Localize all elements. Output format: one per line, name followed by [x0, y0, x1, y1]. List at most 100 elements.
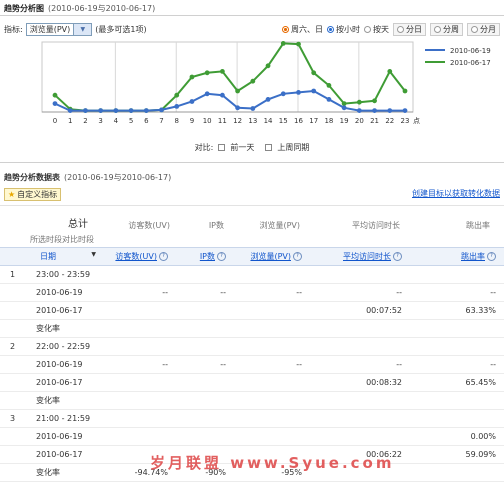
help-icon: ? [159, 252, 168, 261]
col-uv[interactable]: 访客数(UV)? [100, 247, 176, 266]
metric-hint: (最多可选1项) [95, 24, 147, 34]
x-tick-label: 16 [294, 117, 303, 125]
metric-label: 指标: [4, 24, 23, 34]
group-index: 1 [0, 265, 30, 284]
col-bounce[interactable]: 跳出率? [410, 247, 504, 266]
x-tick-label: 11 [218, 117, 227, 125]
row-spacer [0, 445, 30, 464]
x-tick-label: 14 [264, 117, 273, 125]
cell-ip [176, 319, 234, 338]
radio-label: 周六、日 [291, 24, 323, 34]
group-row[interactable]: 3 21:00 - 21:59 [0, 409, 504, 428]
x-tick-label: 5 [129, 117, 133, 125]
gran-day[interactable]: 分日 [393, 22, 426, 36]
summary-col-bounce: 跳出率 [466, 221, 490, 230]
row-spacer [0, 355, 30, 374]
help-icon: ? [217, 252, 226, 261]
radio-dot-icon [282, 25, 289, 33]
x-tick-label: 3 [98, 117, 102, 125]
cell-bounce [410, 391, 504, 410]
gran-label: 分月 [480, 24, 496, 34]
col-bounce-label: 跳出率 [461, 252, 485, 261]
x-tick-label: 20 [355, 117, 364, 125]
cell-uv [100, 391, 176, 410]
x-tick-label: 0 [53, 117, 57, 125]
radio-dot-icon [327, 25, 334, 33]
custom-metric-label: 自定义指标 [17, 190, 58, 199]
gran-month[interactable]: 分月 [467, 22, 500, 36]
table-row: 2010-06-19 0.00% [0, 427, 504, 446]
cell-date: 变化率 [30, 391, 100, 410]
radio-dot-icon [471, 25, 478, 33]
table-toolbar: ★ 自定义指标 创建目标以获取转化数据 [0, 186, 504, 202]
data-point [372, 108, 377, 113]
checkbox-prev-day[interactable] [218, 144, 226, 151]
radio-daily[interactable]: 按天 [364, 24, 389, 35]
cell-uv [100, 319, 176, 338]
table-row: 2010-06-19 -- -- -- -- -- [0, 283, 504, 302]
col-date[interactable]: 日期 ▼ [30, 247, 100, 266]
x-tick-label: 15 [279, 117, 288, 125]
radio-hourly[interactable]: 按小时 [327, 24, 360, 35]
cell-pv [234, 301, 310, 320]
data-point [219, 69, 225, 74]
group-row[interactable]: 1 23:00 - 23:59 [0, 265, 504, 284]
data-point [98, 108, 104, 113]
checkbox-last-week[interactable] [265, 144, 273, 151]
group-range: 22:00 - 22:59 [30, 337, 504, 356]
data-point [280, 91, 286, 97]
table-row: 2010-06-17 00:08:32 65.45% [0, 373, 504, 392]
cell-ip [176, 373, 234, 392]
trend-chart-title-text: 趋势分析图 [4, 4, 44, 13]
star-icon: ★ [8, 190, 16, 199]
x-tick-label: 8 [175, 117, 179, 125]
data-point [326, 97, 332, 102]
x-tick-label: 19 [340, 117, 349, 125]
data-point [113, 108, 119, 113]
x-tick-label: 23 [401, 117, 410, 125]
custom-metric-button[interactable]: ★ 自定义指标 [4, 188, 62, 201]
x-tick-label: 18 [324, 117, 333, 125]
x-tick-label: 10 [203, 117, 212, 125]
group-row[interactable]: 2 22:00 - 22:59 [0, 337, 504, 356]
table-row: 变化率 [0, 319, 504, 338]
col-pv[interactable]: 浏览量(PV)? [234, 247, 310, 266]
x-tick-label: 9 [190, 117, 194, 125]
data-point [159, 107, 164, 113]
cell-pv [234, 391, 310, 410]
trend-chart-range: (2010-06-19与2010-06-17) [48, 4, 156, 13]
table-header-cell [0, 247, 30, 266]
data-point [204, 70, 210, 76]
cell-bounce: 65.45% [410, 373, 504, 392]
data-point [265, 63, 271, 69]
data-point [311, 70, 317, 76]
create-goal-link[interactable]: 创建目标以获取转化数据 [412, 188, 500, 199]
cell-bounce: 0.00% [410, 427, 504, 446]
radio-weekend[interactable]: 周六、日 [282, 24, 323, 35]
col-avg[interactable]: 平均访问时长? [310, 247, 410, 266]
row-spacer [0, 391, 30, 410]
cell-avg [310, 319, 410, 338]
data-table: 日期 ▼ 访客数(UV)? IP数? 浏览量(PV)? 平均访问时长? 跳出率? … [0, 247, 504, 482]
col-ip[interactable]: IP数? [176, 247, 234, 266]
gran-label: 分日 [406, 24, 422, 34]
help-icon: ? [393, 252, 402, 261]
cell-pv [234, 427, 310, 446]
data-point [219, 92, 225, 98]
trend-chart-title: 趋势分析图 (2010-06-19与2010-06-17) [4, 3, 155, 14]
compare-opt2-label: 上周同期 [277, 143, 310, 152]
gran-week[interactable]: 分周 [430, 22, 463, 36]
data-point [280, 41, 286, 46]
cell-uv: -- [100, 355, 176, 374]
data-point [296, 41, 301, 47]
metric-select[interactable]: 浏览量(PV) ▼ [25, 22, 93, 36]
x-tick-label: 12 [233, 117, 242, 125]
cell-ip: -- [176, 283, 234, 302]
x-tick-label: 22 [385, 117, 394, 125]
data-point [372, 98, 377, 104]
data-point [402, 88, 408, 94]
compare-label: 对比: [194, 143, 214, 152]
x-tick-label: 6 [144, 117, 149, 125]
x-tick-label: 4 [114, 117, 119, 125]
help-icon: ? [487, 252, 496, 261]
